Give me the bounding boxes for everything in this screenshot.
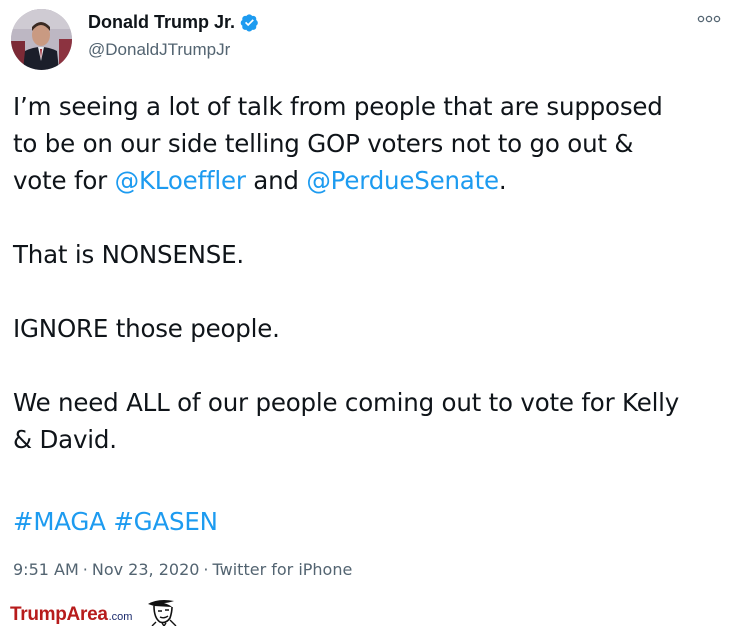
author-name[interactable]: Donald Trump Jr.	[88, 12, 235, 33]
hashtag-link-gasen[interactable]: #GASEN	[113, 507, 218, 536]
tweet-date[interactable]: Nov 23, 2020	[92, 560, 200, 579]
watermark-suffix: .com	[108, 611, 133, 623]
meta-separator: ·	[82, 560, 88, 579]
hashtag-line: #MAGA #GASEN	[13, 503, 218, 540]
tweet-paragraph-4: We need ALL of our people coming out to …	[13, 384, 728, 458]
tweet-text-span: vote for	[13, 166, 115, 195]
tweet-paragraph-1: I’m seeing a lot of talk from people tha…	[13, 88, 728, 199]
tweet-metadata: 9:51 AM · Nov 23, 2020 · Twitter for iPhone	[13, 560, 352, 579]
author-name-line: Donald Trump Jr.	[88, 12, 259, 33]
meta-separator: ·	[203, 560, 209, 579]
tweet-time[interactable]: 9:51 AM	[13, 560, 79, 579]
watermark-brand: TrumpArea	[10, 604, 108, 625]
tweet-card: Donald Trump Jr. @DonaldJTrumpJr I’m see…	[0, 0, 740, 626]
tweet-line: & David.	[13, 425, 117, 454]
more-options-icon[interactable]	[696, 12, 722, 26]
tweet-paragraph-2: That is NONSENSE.	[13, 236, 728, 273]
tweet-text-span: and	[245, 166, 307, 195]
tweet-paragraph-3: IGNORE those people.	[13, 310, 728, 347]
tweet-source[interactable]: Twitter for iPhone	[213, 560, 353, 579]
tweet-line: I’m seeing a lot of talk from people tha…	[13, 92, 663, 121]
tweet-line: vote for @KLoeffler and @PerdueSenate.	[13, 162, 728, 199]
avatar-photo-icon	[11, 9, 72, 70]
tweet-line: to be on our side telling GOP voters not…	[13, 129, 634, 158]
author-handle[interactable]: @DonaldJTrumpJr	[88, 40, 230, 60]
watermark: TrumpArea .com	[10, 598, 180, 626]
verified-badge-icon	[240, 14, 258, 32]
tweet-line: IGNORE those people.	[13, 314, 280, 343]
tweet-line: That is NONSENSE.	[13, 240, 244, 269]
mention-link-perduesenate[interactable]: @PerdueSenate	[306, 166, 499, 195]
tweet-body: I’m seeing a lot of talk from people tha…	[13, 88, 728, 458]
tweet-line: We need ALL of our people coming out to …	[13, 388, 680, 417]
mention-link-kloeffler[interactable]: @KLoeffler	[115, 166, 246, 195]
avatar[interactable]	[11, 9, 72, 70]
trump-caricature-icon	[148, 600, 177, 626]
tweet-text-span: .	[498, 166, 507, 195]
hashtag-link-maga[interactable]: #MAGA	[13, 507, 106, 536]
